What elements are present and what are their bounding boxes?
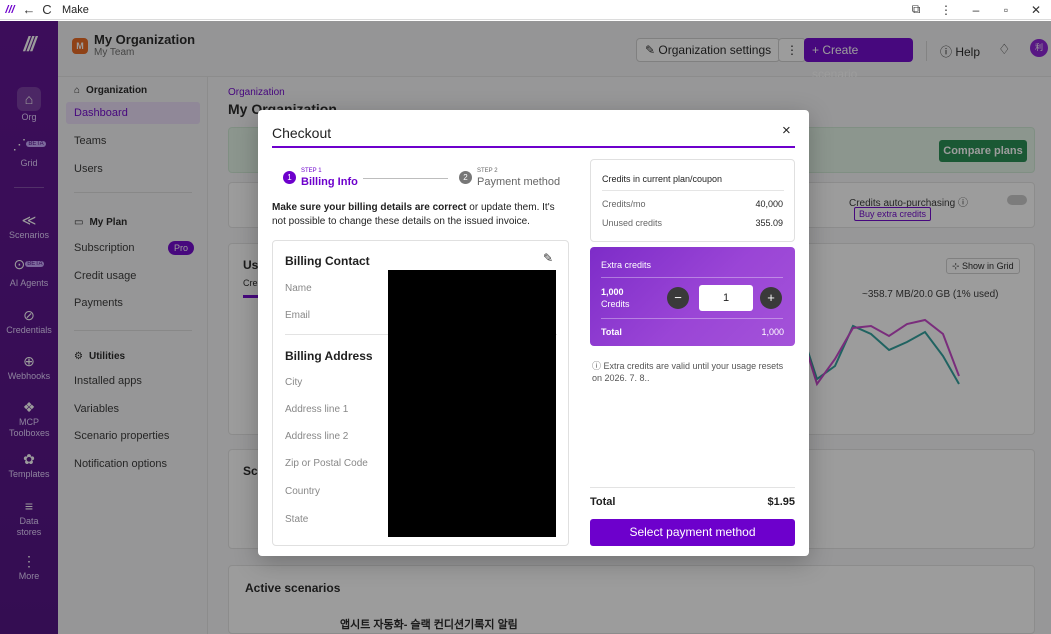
total-value: $1.95 — [767, 496, 795, 508]
billing-address-heading: Billing Address — [285, 349, 373, 363]
unused-credits-value: 355.09 — [755, 218, 783, 228]
title-underline — [272, 146, 795, 148]
modal-title: Checkout — [272, 125, 332, 141]
total-divider — [590, 487, 795, 488]
edit-icon[interactable]: ✎ — [543, 251, 553, 265]
field-city: City — [285, 377, 303, 388]
extensions-icon[interactable]: ⧉ — [901, 2, 931, 17]
total-label: Total — [590, 496, 616, 508]
extra-credits-card: Extra credits 1,000 Credits − 1 + Total … — [590, 247, 795, 346]
step-number: 1 — [283, 171, 296, 184]
reload-icon[interactable]: C — [38, 2, 56, 17]
select-payment-method-button[interactable]: Select payment method — [590, 519, 795, 546]
window-title: Make — [62, 3, 89, 16]
extra-divider — [601, 318, 783, 319]
credits-mo-value: 40,000 — [755, 199, 783, 209]
step-connector — [363, 178, 448, 179]
billing-notice: Make sure your billing details are corre… — [272, 201, 564, 229]
notice-bold: Make sure your billing details are corre… — [272, 202, 467, 213]
field-zip: Zip or Postal Code — [285, 458, 368, 469]
restore-icon[interactable]: ▫ — [991, 3, 1021, 17]
billing-contact-heading: Billing Contact — [285, 254, 370, 268]
app-logo-icon: /// — [5, 3, 15, 16]
extra-credits-unit: Credits — [601, 299, 630, 309]
step-caption: STEP 2 — [477, 168, 498, 174]
step-label: Payment method — [477, 176, 561, 188]
field-email: Email — [285, 310, 311, 321]
extra-credits-amount: 1,000 — [601, 287, 624, 297]
field-address-line-1: Address line 1 — [285, 404, 349, 415]
credits-summary-card: Credits in current plan/coupon Credits/m… — [590, 159, 795, 242]
increment-button[interactable]: + — [760, 287, 782, 309]
extra-total-label: Total — [601, 327, 622, 337]
checkout-modal: Checkout × 1 STEP 1 Billing Info 2 STEP … — [258, 110, 809, 556]
credits-mo-label: Credits/mo — [602, 199, 646, 209]
field-country: Country — [285, 486, 321, 497]
extra-divider — [601, 277, 783, 278]
step-caption: STEP 1 — [301, 168, 322, 174]
extra-total-value: 1,000 — [761, 327, 784, 337]
close-icon[interactable]: × — [782, 122, 791, 139]
close-window-icon[interactable]: ✕ — [1021, 3, 1051, 17]
credits-validity-note: ⓘ Extra credits are valid until your usa… — [592, 361, 784, 383]
window-titlebar: /// ← C Make ⧉ ⋮ – ▫ ✕ — [0, 0, 1051, 20]
decrement-button[interactable]: − — [667, 287, 689, 309]
redacted-values — [388, 270, 556, 537]
unused-credits-label: Unused credits — [602, 218, 663, 228]
menu-dots-icon[interactable]: ⋮ — [931, 3, 961, 17]
quantity-stepper[interactable]: 1 — [699, 285, 753, 311]
credits-summary-title: Credits in current plan/coupon — [602, 174, 723, 184]
minimize-icon[interactable]: – — [961, 3, 991, 17]
field-state: State — [285, 514, 309, 525]
step-number: 2 — [459, 171, 472, 184]
step-label: Billing Info — [301, 176, 358, 188]
field-address-line-2: Address line 2 — [285, 431, 349, 442]
back-icon[interactable]: ← — [20, 2, 38, 17]
extra-credits-title: Extra credits — [601, 260, 652, 270]
summary-divider — [602, 190, 784, 191]
field-name: Name — [285, 283, 312, 294]
